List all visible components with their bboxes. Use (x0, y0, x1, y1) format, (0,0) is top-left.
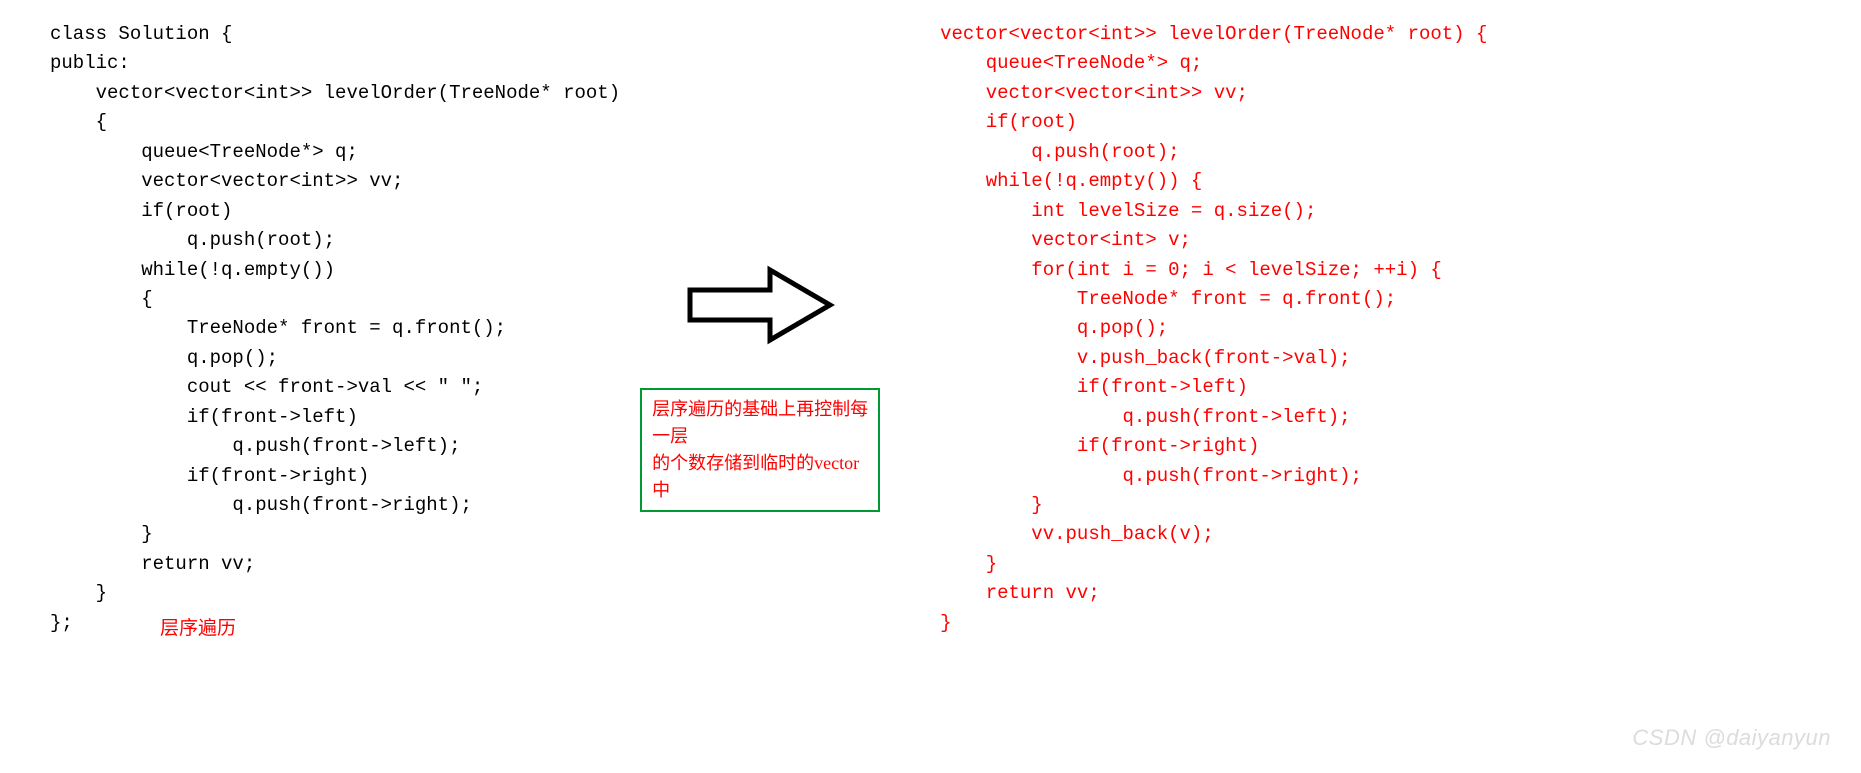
comparison-container: class Solution { public: vector<vector<i… (50, 20, 1811, 644)
right-code-block: vector<vector<int>> levelOrder(TreeNode*… (940, 20, 1580, 638)
watermark-text: CSDN @daiyanyun (1632, 721, 1831, 755)
left-code-column: class Solution { public: vector<vector<i… (50, 20, 620, 644)
arrow-icon (680, 260, 840, 360)
left-code-block: class Solution { public: vector<vector<i… (50, 20, 620, 638)
annotation-line1: 层序遍历的基础上再控制每一层 (652, 399, 868, 446)
annotation-box: 层序遍历的基础上再控制每一层 的个数存储到临时的vector中 (640, 388, 880, 512)
middle-column: 层序遍历的基础上再控制每一层 的个数存储到临时的vector中 (630, 20, 890, 512)
right-code-column: vector<vector<int>> levelOrder(TreeNode*… (900, 20, 1580, 638)
annotation-line2: 的个数存储到临时的vector中 (652, 453, 859, 500)
left-label: 层序遍历 (160, 614, 620, 643)
